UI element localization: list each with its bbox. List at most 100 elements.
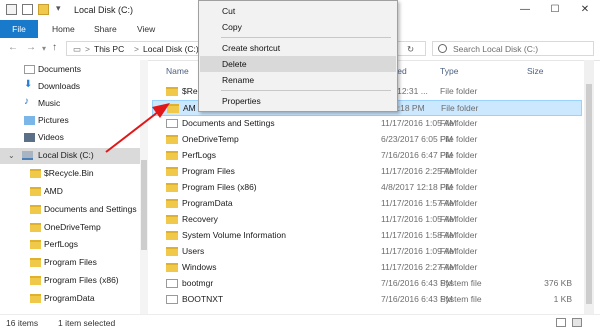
tab-home[interactable]: Home xyxy=(52,20,75,38)
documents-icon xyxy=(24,65,35,74)
nav-item-label: Local Disk (C:) xyxy=(38,150,94,160)
menu-item-rename[interactable]: Rename xyxy=(200,72,396,88)
folder-icon xyxy=(30,169,41,178)
file-row[interactable]: bootmgr 7/16/2016 6:43 PM System file 37… xyxy=(152,276,582,292)
nav-item-program-files-x86[interactable]: Program Files (x86) xyxy=(0,273,140,289)
close-button[interactable]: ✕ xyxy=(570,0,600,20)
menu-item-delete[interactable]: Delete xyxy=(200,56,396,72)
tab-file[interactable]: File xyxy=(0,20,38,38)
nav-item-label: Program Files (x86) xyxy=(44,275,119,285)
menu-separator xyxy=(221,90,391,91)
file-name: $Re xyxy=(182,86,198,96)
nav-item-perflogs[interactable]: PerfLogs xyxy=(0,237,140,253)
file-type: File folder xyxy=(440,182,478,192)
menu-separator xyxy=(221,37,391,38)
menu-item-properties[interactable]: Properties xyxy=(200,93,396,109)
file-name: Windows xyxy=(182,262,217,272)
file-list-scrollbar-thumb[interactable] xyxy=(586,84,592,304)
menu-item-create-shortcut[interactable]: Create shortcut xyxy=(200,40,396,56)
up-arrow-icon[interactable]: ↑ xyxy=(52,42,57,53)
file-name: BOOTNXT xyxy=(182,294,224,304)
folder-icon xyxy=(166,183,178,192)
folder-icon xyxy=(166,231,178,240)
file-name: bootmgr xyxy=(182,278,214,288)
file-type: File folder xyxy=(440,134,478,144)
annotation-arrow-icon xyxy=(105,103,170,153)
nav-item-label: Downloads xyxy=(38,81,81,91)
details-view-icon[interactable] xyxy=(556,318,566,327)
file-type: System file xyxy=(440,294,482,304)
folder-icon xyxy=(30,294,41,303)
file-type: File folder xyxy=(440,198,478,208)
file-row[interactable]: System Volume Information 11/17/2016 1:5… xyxy=(152,228,582,244)
folder-icon xyxy=(166,199,178,208)
file-row[interactable]: Program Files (x86) 4/8/2017 12:18 PM Fi… xyxy=(152,180,582,196)
column-header-type[interactable]: Type xyxy=(440,66,458,76)
file-row[interactable]: OneDriveTemp 6/23/2017 6:05 PM File fold… xyxy=(152,132,582,148)
folder-icon xyxy=(30,187,41,196)
nav-item-documents-and-settings[interactable]: Documents and Settings xyxy=(0,202,140,218)
nav-item-program-files[interactable]: Program Files xyxy=(0,255,140,271)
recent-locations-icon[interactable]: ▾ xyxy=(42,44,46,53)
quick-access-dropdown-icon[interactable]: ▾ xyxy=(56,3,61,14)
menu-item-label: Cut xyxy=(222,6,236,16)
file-row[interactable]: ProgramData 11/17/2016 1:57 AM File fold… xyxy=(152,196,582,212)
file-size: 1 KB xyxy=(553,294,572,304)
file-row[interactable]: Users 11/17/2016 1:09 AM File folder xyxy=(152,244,582,260)
file-name: Program Files xyxy=(182,166,235,176)
file-name: AM xyxy=(183,103,196,113)
file-type: File folder xyxy=(440,246,478,256)
file-type: System file xyxy=(440,278,482,288)
tab-share[interactable]: Share xyxy=(94,20,117,38)
file-row[interactable]: BOOTNXT 7/16/2016 6:43 PM System file 1 … xyxy=(152,292,582,308)
file-type: File folder xyxy=(440,262,478,272)
minimize-button[interactable]: — xyxy=(510,0,540,20)
nav-item-label: OneDriveTemp xyxy=(44,222,101,232)
nav-item-label: Documents xyxy=(38,64,81,74)
search-input[interactable]: Search Local Disk (C:) xyxy=(432,41,594,56)
menu-item-copy[interactable]: Copy xyxy=(200,19,396,35)
refresh-icon[interactable]: ↻ xyxy=(407,44,414,55)
file-name: Documents and Settings xyxy=(182,118,275,128)
column-header-size[interactable]: Size xyxy=(527,66,544,76)
nav-scrollbar-thumb[interactable] xyxy=(141,160,147,250)
drive-icon xyxy=(22,151,33,160)
file-row[interactable]: Program Files 11/17/2016 2:25 AM File fo… xyxy=(152,164,582,180)
maximize-button[interactable]: ☐ xyxy=(540,0,570,20)
forward-arrow-icon[interactable]: → xyxy=(26,42,36,53)
nav-item-documents[interactable]: Documents xyxy=(0,62,140,78)
back-arrow-icon[interactable]: ← xyxy=(8,42,18,53)
file-row[interactable]: Recovery 11/17/2016 1:05 AM File folder xyxy=(152,212,582,228)
folder-icon xyxy=(166,263,178,272)
properties-quick-icon[interactable] xyxy=(22,4,33,15)
folder-icon xyxy=(30,223,41,232)
nav-item-amd[interactable]: AMD xyxy=(0,184,140,200)
file-list-scrollbar[interactable] xyxy=(584,60,594,314)
status-item-count: 16 items xyxy=(6,318,39,328)
chevron-down-icon[interactable]: ⌄ xyxy=(8,151,15,160)
menu-item-label: Rename xyxy=(222,75,255,85)
videos-icon xyxy=(24,133,35,142)
folder-icon xyxy=(30,240,41,249)
large-icons-view-icon[interactable] xyxy=(572,318,582,327)
menu-item-cut[interactable]: Cut xyxy=(200,3,396,19)
folder-shortcut-icon xyxy=(30,205,41,214)
file-row[interactable]: PerfLogs 7/16/2016 6:47 PM File folder xyxy=(152,148,582,164)
nav-item-onedrivetemp[interactable]: OneDriveTemp xyxy=(0,220,140,236)
file-row[interactable]: Windows 11/17/2016 2:27 AM File folder xyxy=(152,260,582,276)
nav-item-label: Documents and Settings xyxy=(44,204,137,214)
status-selection: 1 item selected xyxy=(58,318,116,328)
breadcrumb-separator: > xyxy=(134,44,139,54)
file-row[interactable]: Documents and Settings 11/17/2016 1:05 A… xyxy=(152,116,582,132)
breadcrumb-local-disk[interactable]: Local Disk (C:) xyxy=(143,44,199,54)
new-folder-quick-icon[interactable] xyxy=(38,4,49,15)
pictures-icon xyxy=(24,116,35,125)
breadcrumb-this-pc[interactable]: This PC xyxy=(94,44,124,54)
column-header-name[interactable]: Name xyxy=(166,66,189,76)
file-name: OneDriveTemp xyxy=(182,134,239,144)
file-type: File folder xyxy=(440,166,478,176)
nav-item-programdata[interactable]: ProgramData xyxy=(0,291,140,307)
tab-view[interactable]: View xyxy=(137,20,155,38)
file-type: File folder xyxy=(440,118,478,128)
nav-item-recycle-bin[interactable]: $Recycle.Bin xyxy=(0,166,140,182)
